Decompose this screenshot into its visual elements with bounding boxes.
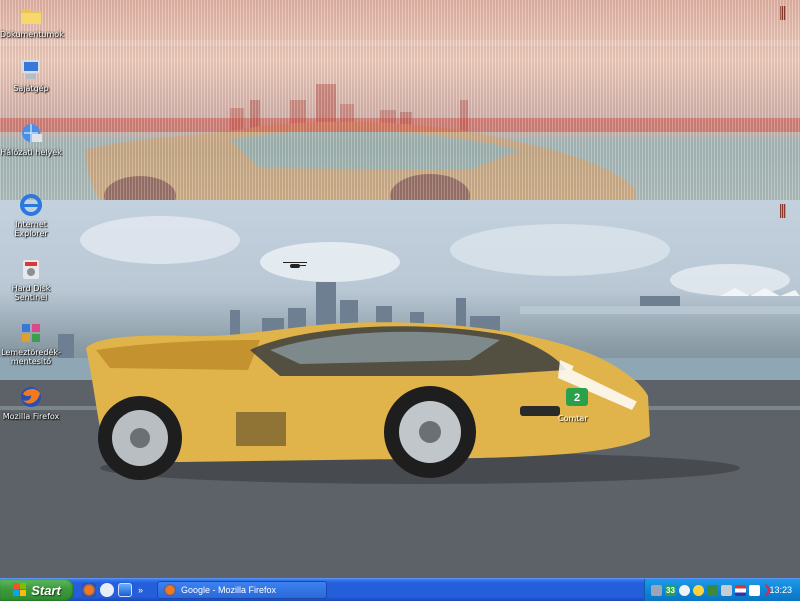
car-scene: 2 — [0, 200, 800, 578]
desktop-icon-label: Hálózati helyek — [0, 148, 62, 157]
desktop-icon-label: Mozilla Firefox — [2, 412, 60, 421]
desktop-wallpaper: 2 Dokumentumok Sajátgép Hálózati helyek … — [0, 0, 800, 578]
glitch-band-scene — [0, 40, 800, 200]
desktop-icon-firefox[interactable]: Mozilla Firefox — [0, 384, 62, 421]
firefox-icon — [21, 387, 41, 407]
document-tray-icon[interactable] — [749, 584, 760, 596]
messenger-tray-icon[interactable] — [679, 584, 690, 596]
svg-text:2: 2 — [574, 392, 580, 404]
glitch-artifact — [780, 6, 786, 20]
quick-launch-messenger-icon[interactable] — [100, 583, 114, 597]
system-tray: 33 ❯ 13:23 — [644, 579, 800, 601]
desktop-icon-internet-explorer[interactable]: Internet Explorer — [0, 192, 62, 238]
desktop-icon-label: Internet Explorer — [14, 220, 48, 238]
desktop-icon-label: Dokumentumok — [0, 30, 64, 39]
taskbar-button-label: Google - Mozilla Firefox — [181, 585, 277, 595]
windows-flag-icon — [13, 583, 27, 597]
quick-launch-firefox-icon[interactable] — [82, 583, 96, 597]
network-tray-icon[interactable] — [651, 584, 662, 596]
tray-badge[interactable]: 33 — [665, 584, 676, 596]
firefox-icon — [164, 584, 177, 596]
quick-launch-window-icon[interactable] — [118, 583, 132, 597]
quick-launch-overflow-button[interactable]: » — [138, 585, 143, 595]
taskbar-button-firefox[interactable]: Google - Mozilla Firefox — [157, 581, 328, 599]
desktop-icon-hard-disk-sentinel[interactable]: Hard Disk Sentinel — [0, 256, 62, 302]
defragmenter-icon — [22, 324, 40, 342]
status-tray-icon[interactable] — [693, 584, 704, 596]
desktop-icon-network-places[interactable]: Hálózati helyek — [0, 120, 62, 157]
car-illustration: 2 — [0, 216, 800, 578]
desktop-icon-documents[interactable]: Dokumentumok — [0, 2, 64, 39]
desktop-icon-my-computer[interactable]: Sajátgép — [0, 56, 62, 93]
desktop-icon-label: Hard Disk Sentinel — [11, 284, 51, 302]
desktop-icon-label: Lemeztöredék-mentesítő — [1, 348, 61, 366]
clock[interactable]: 13:23 — [769, 585, 792, 595]
internet-explorer-icon — [20, 194, 42, 216]
network-icon — [22, 124, 42, 142]
desktop-icon-label: Sajátgép — [13, 84, 49, 93]
desktop-icon-defragmenter[interactable]: Lemeztöredék-mentesítő — [0, 320, 62, 366]
folder-icon — [21, 9, 41, 24]
quick-launch: » — [82, 579, 147, 601]
taskbar: Start » Google - Mozilla Firefox 33 ❯ 13… — [0, 578, 800, 601]
start-label: Start — [31, 582, 61, 598]
glitch-artifact — [780, 204, 786, 218]
wallpaper-glitch-band — [0, 0, 800, 200]
language-flag-icon[interactable] — [735, 584, 746, 596]
car-badge-label: Comtar — [558, 414, 588, 423]
speaker-tray-icon[interactable] — [721, 584, 732, 596]
start-button[interactable]: Start — [0, 579, 74, 601]
computer-icon — [22, 60, 40, 79]
antivirus-tray-icon[interactable] — [707, 584, 718, 596]
hard-disk-icon — [23, 260, 39, 279]
